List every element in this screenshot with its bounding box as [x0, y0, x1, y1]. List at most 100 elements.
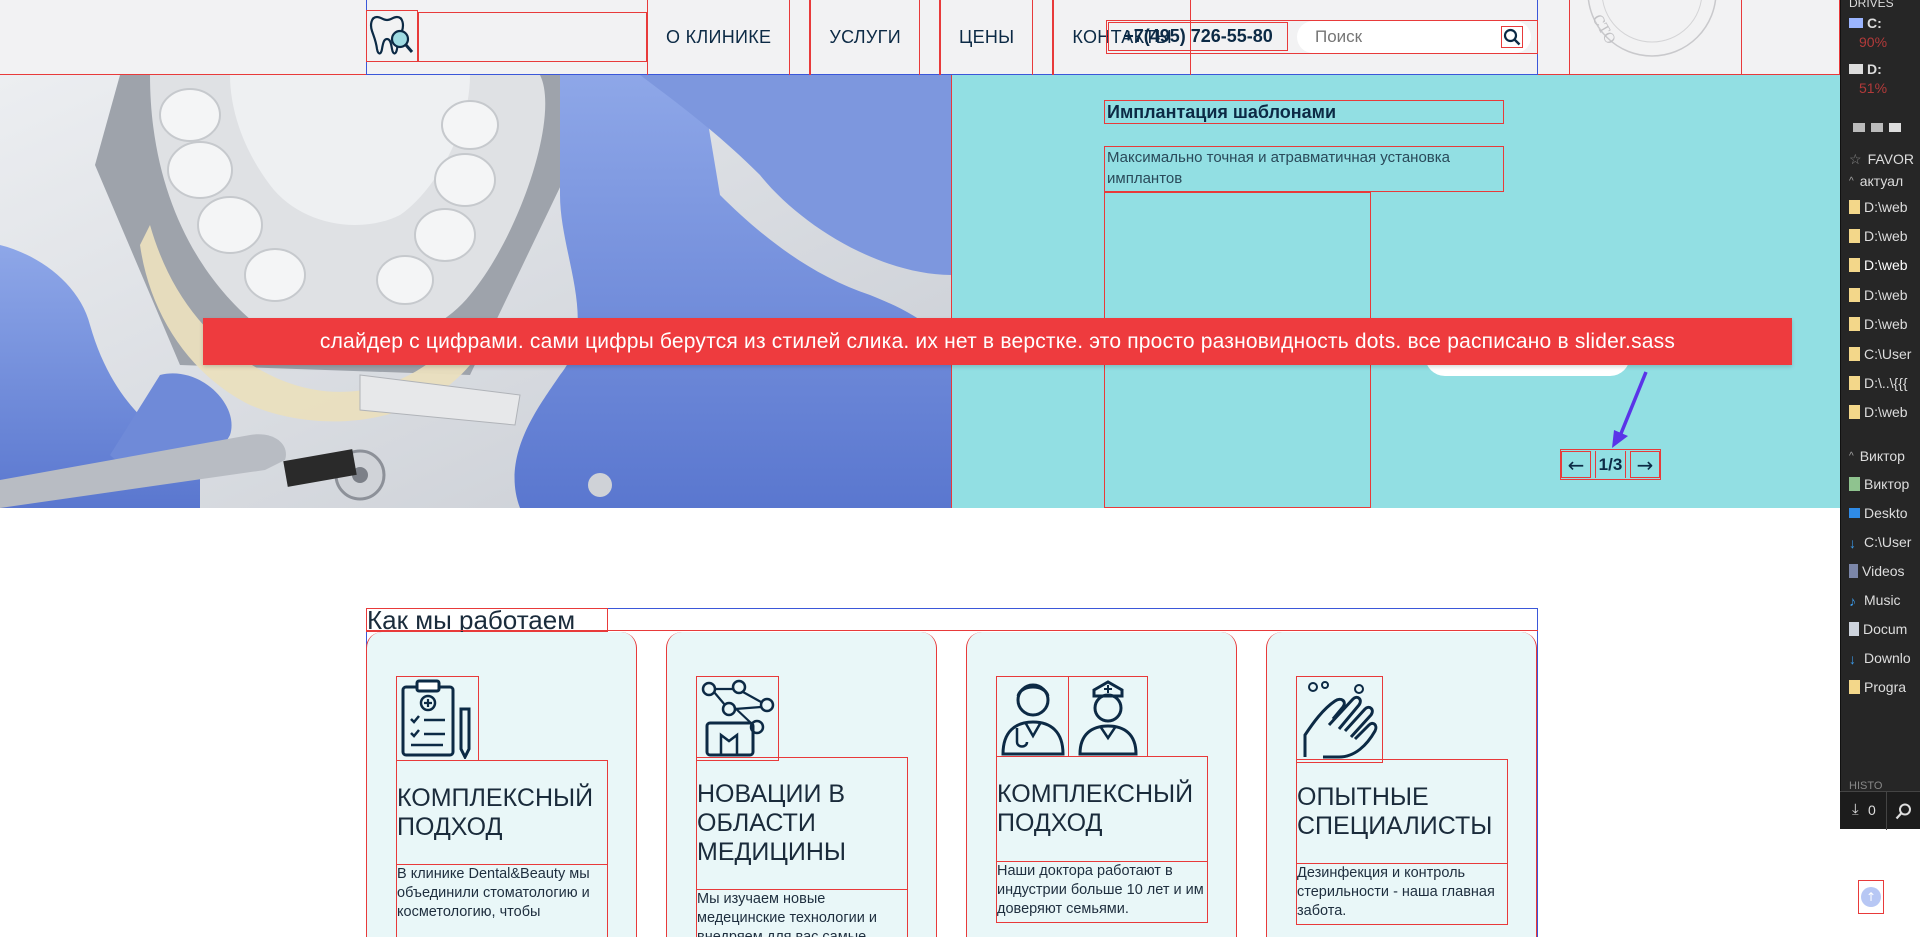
- place-item[interactable]: ♪ Music: [1849, 589, 1901, 611]
- favorite-path: C:\User: [1864, 346, 1912, 362]
- slide-counter-text: 1/3: [1594, 451, 1627, 478]
- star-icon: ☆: [1849, 150, 1862, 167]
- search-box: [1297, 21, 1531, 53]
- documents-icon: [1849, 622, 1859, 636]
- favorite-path: D:\web: [1864, 404, 1908, 420]
- desktop-icon: [1849, 508, 1860, 518]
- place-item[interactable]: ↓ C:\User: [1849, 531, 1911, 553]
- tooth-logo-icon: [369, 15, 414, 55]
- place-label: Progra: [1864, 679, 1907, 695]
- logo-text-area: [418, 12, 647, 62]
- feature-card: ОПЫТНЫЕ СПЕЦИАЛИСТЫ Дезинфекция и контро…: [1266, 632, 1537, 937]
- favorites-group-label: актуал: [1859, 173, 1904, 189]
- card-title: КОМПЛЕКСНЫЙ ПОДХОД: [396, 760, 608, 865]
- drive-d-usage: 51%: [1859, 80, 1888, 96]
- file-icon: [1849, 405, 1860, 419]
- music-icon: ♪: [1849, 593, 1856, 609]
- search-button[interactable]: [1886, 792, 1920, 830]
- file-icon: [1849, 347, 1860, 361]
- monitor-icon[interactable]: [1889, 122, 1901, 132]
- nav-divider: [1033, 0, 1054, 75]
- scroll-to-top-button[interactable]: ↑: [1858, 880, 1884, 914]
- place-label: Виктор: [1864, 476, 1910, 492]
- nav-prices[interactable]: ЦЕНЫ: [939, 0, 1034, 75]
- nav-services[interactable]: УСЛУГИ: [810, 0, 920, 75]
- place-label: Music: [1864, 592, 1901, 608]
- slide-content-panel: [952, 75, 1840, 508]
- favorites-header[interactable]: ☆ FAVOR: [1849, 148, 1914, 170]
- place-item[interactable]: Progra: [1849, 676, 1906, 698]
- place-item[interactable]: Deskto: [1849, 502, 1908, 524]
- download-tray-icon[interactable]: ⤓: [1852, 801, 1859, 818]
- feature-card: КОМПЛЕКСНЫЙ ПОДХОД В клинике Dental&Beau…: [366, 632, 637, 937]
- slider-next-button[interactable]: →: [1629, 451, 1660, 478]
- seal-watermark-icon: СТО: [1587, 0, 1717, 57]
- place-label: C:\User: [1864, 534, 1912, 550]
- list-view-icon[interactable]: [1853, 122, 1865, 132]
- favorite-item[interactable]: D:\web: [1849, 401, 1908, 423]
- drive-d-label: D:: [1867, 61, 1882, 77]
- chevron-up-icon: ^: [1849, 450, 1854, 462]
- drives-label: DRIVES: [1849, 0, 1894, 10]
- slider-counter: ← 1/3 →: [1560, 449, 1661, 480]
- favorite-item[interactable]: D:\web: [1849, 196, 1908, 218]
- drive-c[interactable]: C:: [1849, 12, 1882, 34]
- search-input[interactable]: [1297, 27, 1487, 47]
- slide-description: Максимально точная и атравматичная устан…: [1104, 146, 1504, 192]
- drive-icon: [1849, 18, 1863, 28]
- file-manager-footer: ⤓ 0: [1840, 791, 1920, 830]
- favorite-item[interactable]: D:\web: [1849, 313, 1908, 335]
- card-title: НОВАЦИИ В ОБЛАСТИ МЕДИЦИНЫ: [696, 757, 908, 890]
- file-icon: [1849, 376, 1860, 390]
- header-divider: [1742, 0, 1840, 77]
- hero-slider: [0, 75, 1840, 508]
- favorite-item[interactable]: D:\web: [1849, 284, 1908, 306]
- favorites-label: FAVOR: [1867, 151, 1914, 167]
- slider-prev-button[interactable]: ←: [1561, 451, 1591, 478]
- nav-divider: [790, 0, 811, 75]
- nav-about[interactable]: О КЛИНИКЕ: [647, 0, 791, 75]
- favorite-item[interactable]: D:\web: [1849, 225, 1908, 247]
- note-arrow-icon: [1612, 371, 1648, 448]
- favorite-path: D:\web: [1864, 287, 1908, 303]
- place-item[interactable]: Виктор: [1849, 473, 1909, 495]
- favorite-item[interactable]: D:\web: [1849, 254, 1908, 276]
- detail-view-icon[interactable]: [1871, 122, 1883, 132]
- drive-icon: [1849, 64, 1863, 74]
- favorites-group[interactable]: ^ актуал: [1849, 170, 1903, 192]
- dental-model-photo: [0, 75, 951, 508]
- download-count: 0: [1868, 802, 1876, 818]
- drive-c-usage: 90%: [1859, 34, 1888, 50]
- clinic-logo[interactable]: [366, 10, 418, 62]
- drive-c-label: C:: [1867, 15, 1882, 31]
- place-item[interactable]: ↓ Downlo: [1849, 647, 1911, 669]
- clinic-seal: СТО: [1569, 0, 1742, 77]
- file-icon: [1849, 200, 1860, 214]
- favorite-item[interactable]: C:\User: [1849, 343, 1911, 365]
- folder-icon: [1849, 680, 1860, 694]
- phone-number[interactable]: +7(495) 726-55-80: [1108, 22, 1288, 51]
- favorite-item[interactable]: D:\..\{{{: [1849, 372, 1908, 394]
- view-toolbar: [1853, 116, 1905, 138]
- card-text: В клинике Dental&Beauty мы объединили ст…: [396, 864, 608, 937]
- file-icon: [1849, 229, 1860, 243]
- feature-card: КОМПЛЕКСНЫЙ ПОДХОД Наши доктора работают…: [966, 632, 1237, 937]
- file-icon: [1849, 258, 1860, 272]
- file-icon: [1849, 317, 1860, 331]
- drive-d[interactable]: D:: [1849, 58, 1882, 80]
- favorite-path: D:\web: [1864, 316, 1908, 332]
- videos-icon: [1849, 564, 1858, 578]
- file-manager-panel: DRIVES C: 90% D: 51% ☆ FAVOR ^ актуал D:…: [1840, 0, 1920, 829]
- search-button[interactable]: [1501, 26, 1523, 48]
- card-text: Мы изучаем новые медецинские технологии …: [696, 889, 908, 937]
- doctor-icon: [996, 676, 1069, 757]
- place-item[interactable]: Docum: [1849, 618, 1907, 640]
- download-arrow-icon: ↓: [1849, 535, 1856, 551]
- place-item[interactable]: Videos: [1849, 560, 1905, 582]
- section-title: Как мы работаем: [366, 607, 608, 633]
- developer-note: слайдер с цифрами. сами цифры берутся из…: [203, 318, 1792, 365]
- card-text: Наши доктора работают в индустрии больше…: [996, 861, 1208, 923]
- places-group[interactable]: ^ Виктор: [1849, 445, 1905, 467]
- card-text: Дезинфекция и контроль стерильности - на…: [1296, 863, 1508, 925]
- place-label: Videos: [1862, 563, 1905, 579]
